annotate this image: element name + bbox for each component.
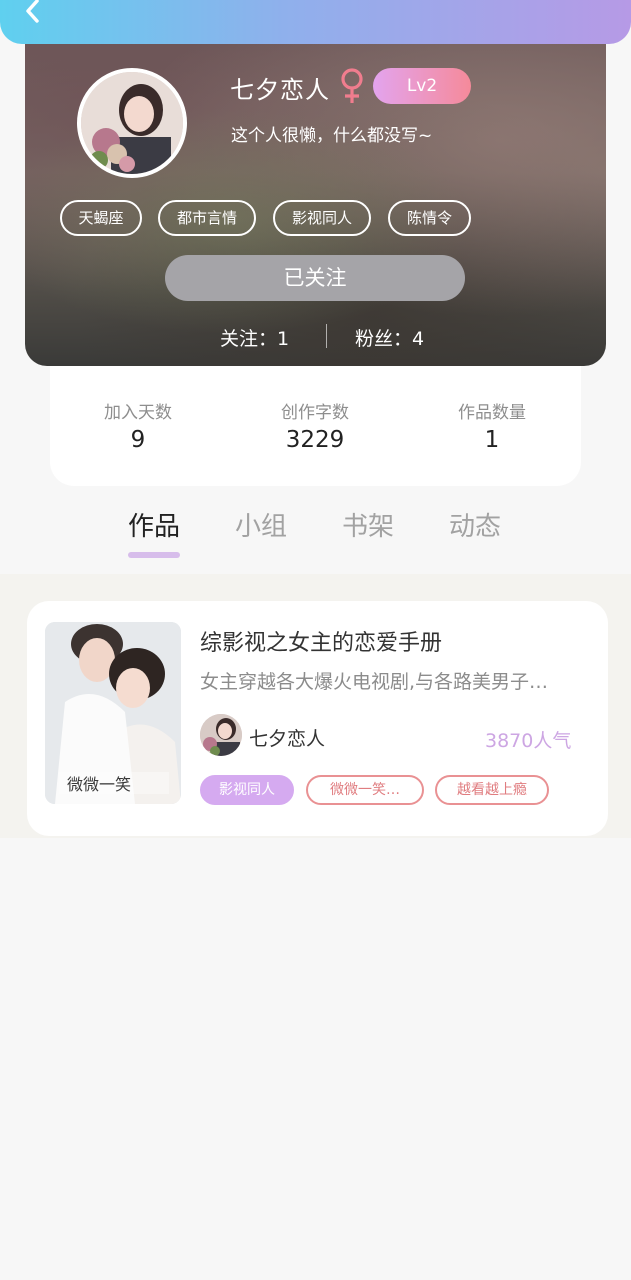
tab-indicator xyxy=(128,552,180,558)
work-cover-image[interactable]: 微微一笑 xyxy=(45,622,181,804)
profile-tabs: 作品 小组 书架 动态 xyxy=(0,502,631,562)
work-card[interactable]: 微微一笑 综影视之女主的恋爱手册 女主穿越各大爆火电视剧,与各路美男子… 七夕恋… xyxy=(27,601,608,836)
back-button[interactable] xyxy=(18,0,48,26)
stat-label: 加入天数 xyxy=(104,403,172,423)
stat-value: 3229 xyxy=(285,427,345,453)
stat-word-count: 创作字数 3229 xyxy=(245,398,385,453)
stat-value: 1 xyxy=(484,427,500,453)
follow-button[interactable]: 已关注 xyxy=(165,255,465,301)
tab-bookshelf[interactable]: 书架 xyxy=(342,506,394,543)
work-tag[interactable]: 越看越上瘾 xyxy=(435,775,549,805)
stat-label: 创作字数 xyxy=(281,403,349,423)
profile-header-card: 七夕恋人 Lv2 这个人很懒，什么都没写~ 天蝎座 都市言情 影视同人 陈情令 … xyxy=(25,44,606,366)
female-icon xyxy=(341,68,363,103)
fans-count[interactable]: 粉丝：4 xyxy=(355,324,424,351)
tab-groups[interactable]: 小组 xyxy=(235,506,287,543)
popularity-count: 3870人气 xyxy=(485,730,572,752)
stat-work-count: 作品数量 1 xyxy=(422,398,562,453)
stats-card: 加入天数 9 创作字数 3229 作品数量 1 xyxy=(50,366,581,486)
profile-tag[interactable]: 影视同人 xyxy=(273,200,371,236)
tab-activity[interactable]: 动态 xyxy=(449,506,501,543)
avatar[interactable] xyxy=(77,68,187,178)
work-title[interactable]: 综影视之女主的恋爱手册 xyxy=(200,625,442,657)
work-tag[interactable]: 影视同人 xyxy=(200,775,294,805)
work-description: 女主穿越各大爆火电视剧,与各路美男子… xyxy=(200,671,549,693)
divider xyxy=(326,324,327,348)
stat-value: 9 xyxy=(130,427,146,453)
author-avatar[interactable] xyxy=(200,714,242,756)
profile-tag[interactable]: 天蝎座 xyxy=(60,200,142,236)
level-badge: Lv2 xyxy=(373,68,471,104)
user-name: 七夕恋人 xyxy=(230,76,330,104)
stat-join-days: 加入天数 9 xyxy=(68,398,208,453)
user-signature: 这个人很懒，什么都没写~ xyxy=(231,126,433,146)
work-tag[interactable]: 微微一笑… xyxy=(306,775,424,805)
follow-counts: 关注：1 粉丝：4 xyxy=(25,324,606,351)
author-name[interactable]: 七夕恋人 xyxy=(249,724,325,751)
stat-label: 作品数量 xyxy=(458,403,526,423)
header-bar xyxy=(0,0,631,44)
svg-text:微微一笑: 微微一笑 xyxy=(67,775,131,794)
tab-works[interactable]: 作品 xyxy=(128,506,180,543)
following-count[interactable]: 关注：1 xyxy=(220,324,289,351)
profile-tag[interactable]: 陈情令 xyxy=(388,200,471,236)
profile-tag[interactable]: 都市言情 xyxy=(158,200,256,236)
chevron-left-icon xyxy=(26,0,39,23)
user-profile-page: 七夕恋人 Lv2 这个人很懒，什么都没写~ 天蝎座 都市言情 影视同人 陈情令 … xyxy=(0,0,631,1280)
